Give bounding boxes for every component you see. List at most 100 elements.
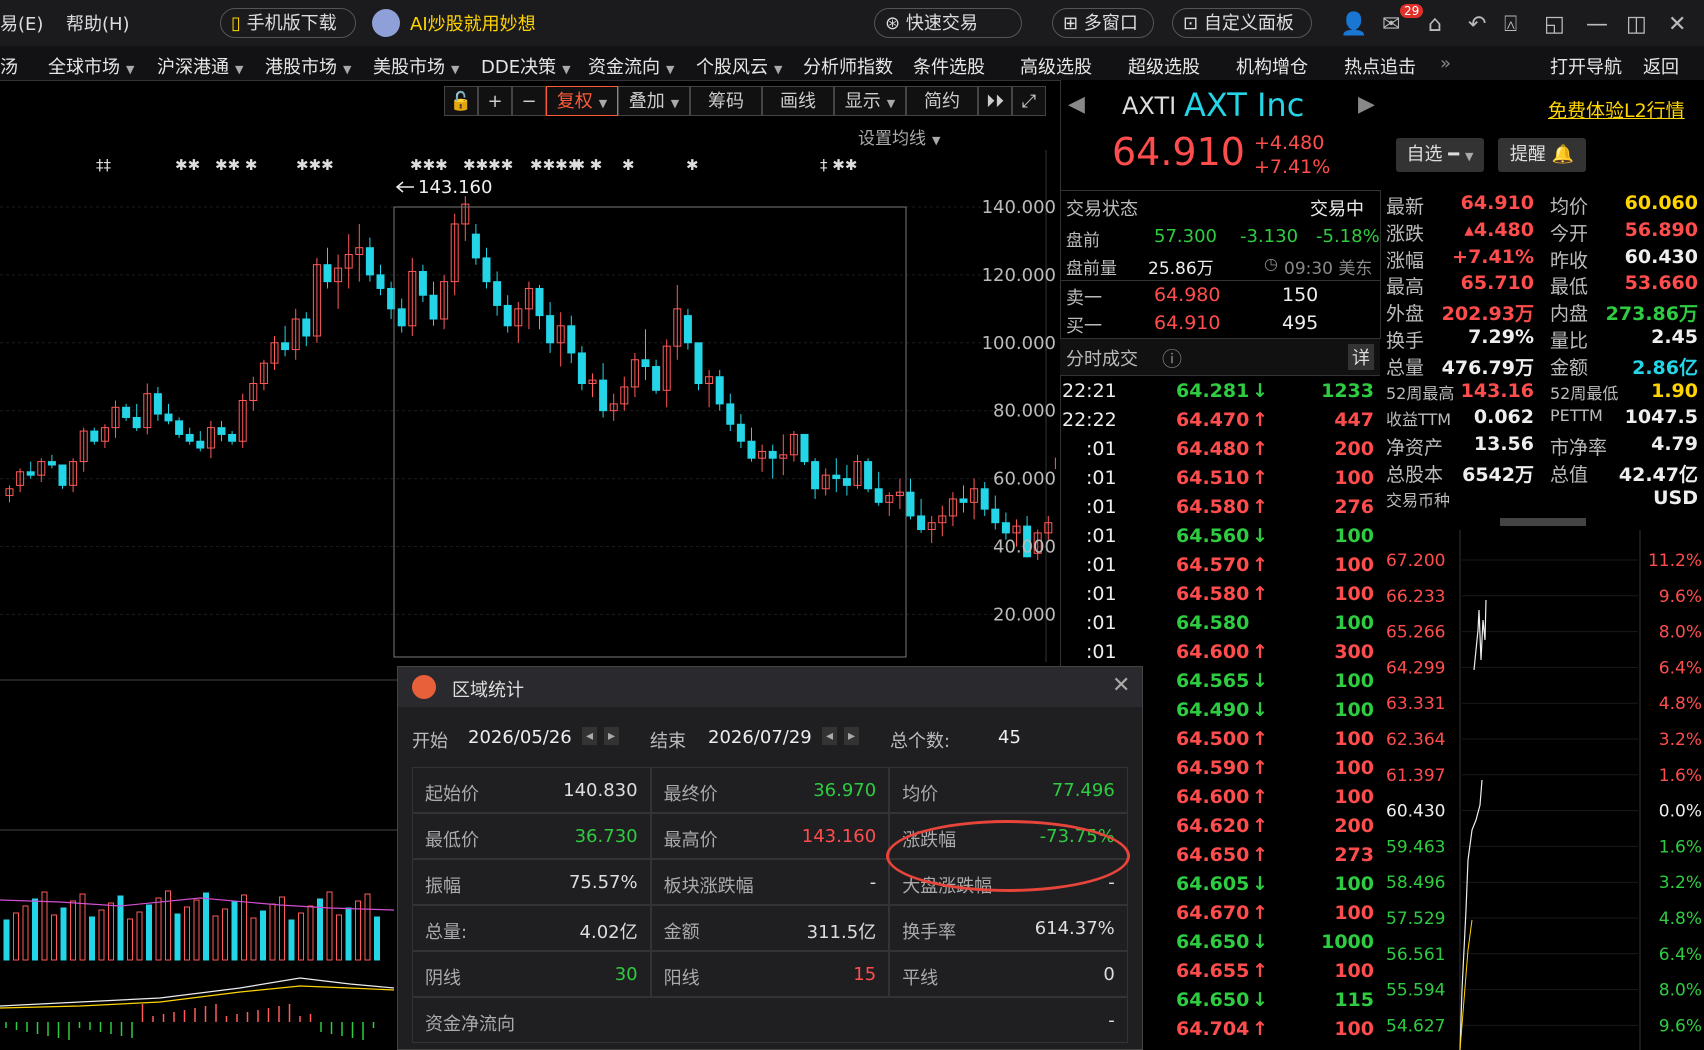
ai-robot-icon[interactable] (372, 9, 400, 37)
menu-edit[interactable]: 易(E) (0, 10, 43, 36)
volume-bar (364, 893, 371, 961)
nav-item-0[interactable]: 汤 (0, 53, 18, 79)
stats-cell: 换手率 614.37% (889, 905, 1128, 951)
y-tick-label: 140.000 (982, 197, 1056, 218)
fast-forward-icon[interactable]: ⏵⏵ (978, 86, 1012, 116)
back-link[interactable]: 返回 (1643, 53, 1679, 79)
chevron-down-icon: ▼ (886, 97, 896, 110)
prev-stock-icon[interactable]: ◀ (1068, 92, 1085, 117)
event-marker[interactable]: ✱ (568, 156, 581, 174)
quick-trade-button[interactable]: ⊛ 快速交易F12 (874, 8, 1022, 64)
lock-icon[interactable]: 🔓 (444, 86, 478, 116)
undo-icon[interactable]: ↶ (1468, 12, 1486, 37)
nav-item-global[interactable]: 全球市场 ▼ (48, 53, 134, 79)
nav-item-analyst[interactable]: 分析师指数 (803, 53, 893, 79)
event-marker[interactable]: ✱✱ (175, 156, 200, 174)
custom-panel-button[interactable]: ⊡ 自定义面板 (1172, 8, 1312, 38)
next-stock-icon[interactable]: ▶ (1358, 92, 1375, 117)
restore-window-icon[interactable]: ◱ (1544, 12, 1565, 37)
tick-volume: 200 (1334, 815, 1374, 837)
alert-button[interactable]: 提醒 🔔 (1498, 138, 1586, 172)
mail-icon[interactable]: ✉ (1382, 12, 1400, 37)
overlay-button[interactable]: 叠加 ▼ (618, 86, 690, 116)
event-marker[interactable]: ✱✱✱✱ (463, 156, 513, 174)
nav-item-hot[interactable]: 热点追击 (1344, 53, 1416, 79)
premarket-time: 09:30 美东 (1284, 259, 1373, 279)
stats-cell: 金额 311.5亿 (650, 905, 890, 951)
fullscreen-icon[interactable]: ⤢ (1012, 86, 1046, 116)
start-next-icon[interactable]: ▸ (604, 727, 620, 745)
stats-row: 换手 7.29% 量比 2.45 (1382, 324, 1704, 352)
zoom-out-icon[interactable]: − (512, 86, 546, 116)
tick-volume: 100 (1334, 699, 1374, 721)
nav-item-hkconnect[interactable]: 沪深港通 ▼ (157, 53, 243, 79)
nav-more-icon[interactable]: » (1440, 53, 1451, 74)
event-marker[interactable]: ‡‡ (96, 156, 112, 174)
simple-button[interactable]: 简约 (906, 86, 978, 116)
start-prev-icon[interactable]: ◂ (582, 727, 598, 745)
chips-button[interactable]: 筹码 (690, 86, 762, 116)
premarket-volume-label: 盘前量 (1066, 259, 1117, 279)
intraday-pct-tick: 3.2% (1659, 873, 1702, 893)
stats-row: 涨跌 ▴4.480 今开 56.890 (1382, 217, 1704, 245)
event-marker[interactable]: ✱ (622, 156, 635, 174)
market-nav-bar: 汤 全球市场 ▼ 沪深港通 ▼ 港股市场 ▼ 美股市场 ▼ DDE决策 ▼ 资金流向 ▼ 个… (0, 46, 1704, 81)
nav-item-flow[interactable]: 资金流向 ▼ (588, 53, 674, 79)
ai-promo-link[interactable]: AI炒股就用妙想 (410, 10, 536, 36)
minimize-icon[interactable]: — (1586, 12, 1608, 37)
nav-item-us[interactable]: 美股市场 ▼ (373, 53, 459, 79)
display-button[interactable]: 显示 ▼ (834, 86, 906, 116)
end-date[interactable]: 2026/07/29 (708, 727, 812, 748)
ma-setting-link[interactable]: 设置均线 ▼ (858, 124, 940, 149)
event-marker[interactable]: ✱✱✱ (410, 156, 448, 174)
zoom-in-icon[interactable]: + (478, 86, 512, 116)
nav-item-condition[interactable]: 条件选股 (913, 53, 985, 79)
nav-item-hk[interactable]: 港股市场 ▼ (265, 53, 351, 79)
intraday-price-tick: 66.233 (1386, 587, 1445, 607)
l2-trial-link[interactable]: 免费体验L2行情 (1548, 96, 1685, 123)
stat-label: 总量 (1386, 356, 1425, 379)
stats-cell: 均价 77.496 (889, 767, 1128, 813)
candle-body (503, 304, 512, 327)
event-marker[interactable]: ✱✱✱ ✱ ✱ (530, 156, 602, 174)
nav-item-advanced[interactable]: 高级选股 (1020, 53, 1092, 79)
stats-key: 最低价 (425, 830, 479, 851)
close-icon[interactable]: ✕ (1668, 12, 1686, 37)
volume-bar (108, 902, 114, 961)
tick-price: 64.580 (1176, 583, 1250, 605)
volume-bar (174, 913, 181, 961)
intraday-chart[interactable]: 67.200 11.2% 66.233 9.6% 65.266 8.0% 64.299 6.4… (1382, 530, 1704, 1050)
end-next-icon[interactable]: ▸ (844, 727, 860, 745)
watchlist-button[interactable]: 自选 ━ ▼ (1396, 138, 1484, 172)
shirt-icon[interactable]: ⍓ (1504, 12, 1517, 37)
event-marker[interactable]: ‡ ✱✱ (820, 156, 857, 174)
nav-item-dde[interactable]: DDE决策 ▼ (481, 53, 571, 79)
tick-volume: 100 (1334, 728, 1374, 750)
tick-row: 22:22 64.470 ↑ 447 (1060, 407, 1380, 436)
fuquan-button[interactable]: 复权 ▼ (546, 86, 618, 116)
nav-item-institution[interactable]: 机构增仓 (1236, 53, 1308, 79)
event-marker[interactable]: ✱ (686, 156, 699, 174)
user-icon[interactable]: 👤 (1340, 12, 1367, 37)
collapse-handle[interactable] (1500, 518, 1586, 526)
grid-icon: ⊞ (1063, 13, 1079, 34)
event-marker[interactable]: ✱✱✱ (296, 156, 334, 174)
draw-line-button[interactable]: 画线 (762, 86, 834, 116)
end-prev-icon[interactable]: ◂ (822, 727, 838, 745)
close-icon[interactable]: ✕ (1112, 673, 1130, 698)
stats-value: - (869, 872, 877, 893)
multi-window-button[interactable]: ⊞ 多窗口 (1052, 8, 1154, 38)
open-nav-link[interactable]: 打开导航 (1550, 53, 1622, 79)
home-icon[interactable]: ⌂ (1428, 12, 1442, 37)
nav-item-stock[interactable]: 个股风云 ▼ (696, 53, 782, 79)
ticks-detail-button[interactable]: 详 (1348, 344, 1374, 370)
info-icon[interactable]: ⓘ (1162, 343, 1182, 372)
tick-price: 64.480 (1176, 438, 1250, 460)
start-date[interactable]: 2026/05/26 (468, 727, 572, 748)
nav-item-super[interactable]: 超级选股 (1128, 53, 1200, 79)
mobile-download-button[interactable]: ▯ 手机版下载 (220, 8, 356, 38)
event-marker[interactable]: ✱✱ ✱ (215, 156, 257, 174)
stat-value: 2.86亿 (1632, 356, 1698, 379)
menu-help[interactable]: 帮助(H) (66, 10, 130, 36)
maximize-icon[interactable]: ◫ (1626, 12, 1647, 37)
